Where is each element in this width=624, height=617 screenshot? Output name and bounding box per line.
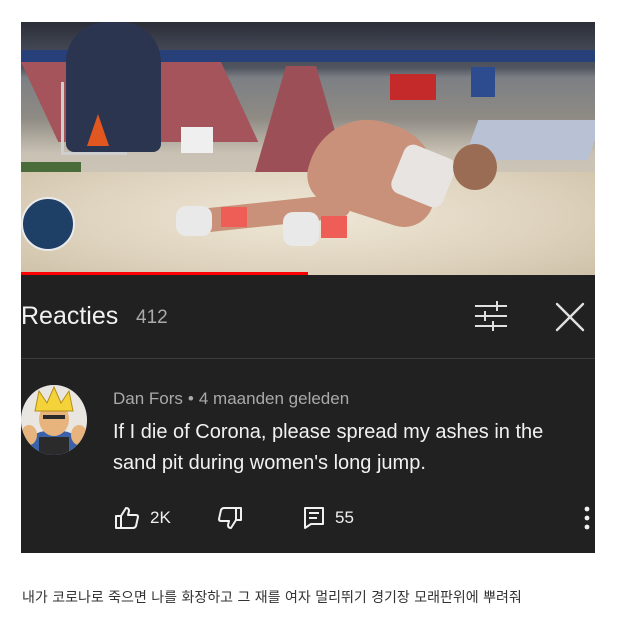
- meta-separator: •: [187, 389, 194, 408]
- like-count: 2K: [150, 508, 171, 527]
- thumbs-down-icon: [218, 507, 242, 529]
- thumbs-up-icon: [115, 507, 139, 529]
- blue-equipment: [471, 67, 495, 97]
- close-icon: [555, 302, 585, 332]
- comment-text: If I die of Corona, please spread my ash…: [113, 421, 544, 474]
- korean-caption: 내가 코로나로 죽으면 나를 화장하고 그 재를 여자 멀리뛰기 경기장 모래판…: [22, 590, 522, 606]
- athlete-sock: [321, 216, 347, 238]
- athlete-shoe: [176, 206, 212, 236]
- comment-meta: Dan Fors • 4 maanden geleden: [113, 389, 349, 409]
- seated-official: [66, 22, 161, 152]
- like-button[interactable]: 2K: [114, 503, 171, 533]
- comments-panel: Reacties 412 Dan Fors • 4 maanden gelede…: [21, 275, 595, 553]
- athlete-head: [453, 144, 497, 190]
- more-options-button[interactable]: [577, 505, 597, 531]
- comment-icon: [304, 507, 324, 529]
- reactions-title: Reacties: [21, 302, 119, 330]
- athlete-sock: [221, 207, 247, 227]
- reply-count: 55: [335, 508, 354, 527]
- comment-author[interactable]: Dan Fors: [113, 389, 183, 408]
- replies-button[interactable]: 55: [303, 503, 354, 533]
- header-divider: [21, 358, 595, 359]
- athlete-shoe: [283, 212, 319, 246]
- video-frame[interactable]: [21, 22, 595, 275]
- dislike-button[interactable]: [217, 503, 243, 533]
- cartoon-avatar-icon: [21, 385, 87, 455]
- sort-filter-button[interactable]: [473, 299, 509, 333]
- close-button[interactable]: [552, 299, 588, 335]
- avatar[interactable]: [21, 385, 87, 455]
- comment-time[interactable]: 4 maanden geleden: [199, 389, 349, 408]
- sliders-icon: [475, 301, 507, 331]
- channel-watermark-logo: [21, 197, 75, 251]
- white-box: [181, 127, 213, 153]
- reactions-count: 412: [136, 307, 168, 328]
- red-equipment: [390, 74, 436, 100]
- more-vertical-icon: [584, 506, 590, 530]
